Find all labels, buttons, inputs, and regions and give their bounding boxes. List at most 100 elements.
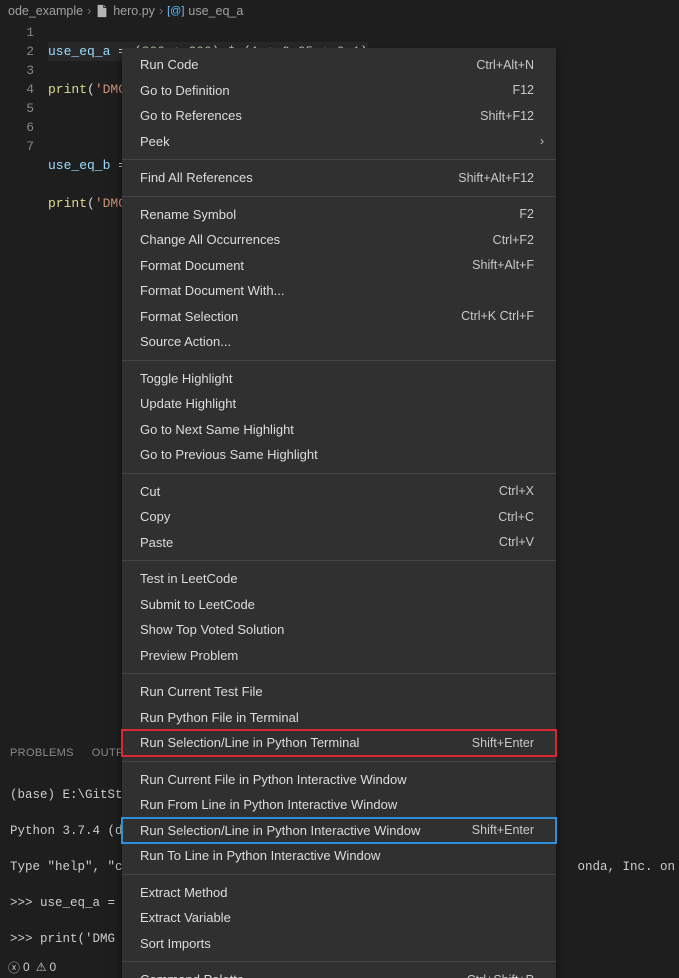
menu-item[interactable]: Go to DefinitionF12	[122, 78, 556, 104]
menu-separator	[122, 473, 556, 474]
menu-item[interactable]: Toggle Highlight	[122, 366, 556, 392]
tab-problems[interactable]: PROBLEMS	[10, 747, 74, 759]
code-token: (	[87, 82, 95, 97]
menu-separator	[122, 874, 556, 875]
error-icon: ⓧ	[8, 959, 20, 976]
symbol-variable-icon: [@]	[167, 0, 184, 22]
menu-item[interactable]: Submit to LeetCode	[122, 592, 556, 618]
menu-item-shortcut: Ctrl+F2	[493, 233, 534, 247]
menu-item-label: Extract Variable	[140, 910, 534, 925]
menu-item-label: Peek	[140, 134, 534, 149]
line-number: 2	[0, 42, 34, 61]
menu-item[interactable]: PasteCtrl+V	[122, 530, 556, 556]
menu-item-label: Toggle Highlight	[140, 371, 534, 386]
menu-item[interactable]: Rename SymbolF2	[122, 202, 556, 228]
menu-item-shortcut: Ctrl+K Ctrl+F	[461, 309, 534, 323]
menu-item[interactable]: Run To Line in Python Interactive Window	[122, 843, 556, 869]
context-menu: Run CodeCtrl+Alt+NGo to DefinitionF12Go …	[122, 48, 556, 978]
menu-item-label: Go to References	[140, 108, 480, 123]
menu-item[interactable]: Extract Method	[122, 880, 556, 906]
menu-separator	[122, 159, 556, 160]
menu-item-shortcut: Ctrl+X	[499, 484, 534, 498]
menu-item-label: Go to Previous Same Highlight	[140, 447, 534, 462]
menu-item-shortcut: Shift+Alt+F	[472, 258, 534, 272]
menu-item[interactable]: Run From Line in Python Interactive Wind…	[122, 792, 556, 818]
menu-item[interactable]: Change All OccurrencesCtrl+F2	[122, 227, 556, 253]
line-number: 5	[0, 99, 34, 118]
menu-separator	[122, 196, 556, 197]
menu-item-shortcut: Shift+Enter	[472, 823, 534, 837]
menu-item-label: Run To Line in Python Interactive Window	[140, 848, 534, 863]
menu-item-label: Go to Next Same Highlight	[140, 422, 534, 437]
status-error-count: 0	[23, 960, 30, 974]
chevron-right-icon: ›	[87, 0, 91, 22]
menu-item[interactable]: Go to ReferencesShift+F12	[122, 103, 556, 129]
line-number: 4	[0, 80, 34, 99]
menu-item-shortcut: Shift+Alt+F12	[458, 171, 534, 185]
menu-item-shortcut: Shift+Enter	[472, 736, 534, 750]
menu-item-shortcut: Ctrl+C	[498, 510, 534, 524]
menu-item[interactable]: Extract Variable	[122, 905, 556, 931]
menu-item-shortcut: F2	[519, 207, 534, 221]
status-errors[interactable]: ⓧ 0	[8, 959, 30, 976]
menu-item[interactable]: Update Highlight	[122, 391, 556, 417]
menu-separator	[122, 961, 556, 962]
menu-item-label: Update Highlight	[140, 396, 534, 411]
menu-item[interactable]: Test in LeetCode	[122, 566, 556, 592]
menu-item[interactable]: CutCtrl+X	[122, 479, 556, 505]
menu-item-label: Paste	[140, 535, 499, 550]
menu-item[interactable]: Format SelectionCtrl+K Ctrl+F	[122, 304, 556, 330]
menu-item-shortcut: Ctrl+Shift+P	[467, 973, 534, 978]
menu-item-label: Run Current Test File	[140, 684, 534, 699]
code-token: (	[87, 196, 95, 211]
menu-item[interactable]: Peek›	[122, 129, 556, 155]
menu-item[interactable]: Run Current File in Python Interactive W…	[122, 767, 556, 793]
code-token: print	[48, 82, 87, 97]
menu-separator	[122, 761, 556, 762]
menu-item[interactable]: Run Selection/Line in Python TerminalShi…	[122, 730, 556, 756]
menu-item-label: Run Current File in Python Interactive W…	[140, 772, 534, 787]
menu-item-shortcut: F12	[512, 83, 534, 97]
menu-separator	[122, 360, 556, 361]
menu-item[interactable]: Run CodeCtrl+Alt+N	[122, 52, 556, 78]
menu-item[interactable]: Format Document With...	[122, 278, 556, 304]
menu-item-shortcut: Shift+F12	[480, 109, 534, 123]
breadcrumb-file[interactable]: hero.py	[113, 0, 155, 22]
menu-item[interactable]: Go to Next Same Highlight	[122, 417, 556, 443]
line-number: 6	[0, 118, 34, 137]
menu-item-shortcut: Ctrl+V	[499, 535, 534, 549]
menu-item[interactable]: CopyCtrl+C	[122, 504, 556, 530]
breadcrumb-folder[interactable]: ode_example	[8, 0, 83, 22]
menu-separator	[122, 673, 556, 674]
menu-item-label: Format Selection	[140, 309, 461, 324]
menu-item[interactable]: Find All ReferencesShift+Alt+F12	[122, 165, 556, 191]
line-number: 1	[0, 23, 34, 42]
line-number: 3	[0, 61, 34, 80]
menu-item[interactable]: Command Palette...Ctrl+Shift+P	[122, 967, 556, 978]
menu-item-label: Find All References	[140, 170, 458, 185]
menu-item[interactable]: Format DocumentShift+Alt+F	[122, 253, 556, 279]
menu-item[interactable]: Run Python File in Terminal	[122, 705, 556, 731]
menu-item-label: Format Document With...	[140, 283, 534, 298]
menu-item-label: Extract Method	[140, 885, 534, 900]
chevron-right-icon: ›	[159, 0, 163, 22]
menu-item[interactable]: Source Action...	[122, 329, 556, 355]
line-number-gutter: 1 2 3 4 5 6 7	[0, 22, 48, 742]
menu-item-label: Submit to LeetCode	[140, 597, 534, 612]
menu-item[interactable]: Show Top Voted Solution	[122, 617, 556, 643]
menu-item-label: Go to Definition	[140, 83, 512, 98]
menu-item-label: Sort Imports	[140, 936, 534, 951]
code-token: use_eq_b	[48, 158, 110, 173]
code-token: use_eq_a	[48, 44, 110, 59]
menu-item-label: Run Selection/Line in Python Interactive…	[140, 823, 472, 838]
menu-item[interactable]: Preview Problem	[122, 643, 556, 669]
line-number: 7	[0, 137, 34, 156]
menu-item[interactable]: Run Current Test File	[122, 679, 556, 705]
menu-item-label: Cut	[140, 484, 499, 499]
menu-item[interactable]: Sort Imports	[122, 931, 556, 957]
breadcrumb: ode_example › hero.py › [@] use_eq_a	[0, 0, 679, 22]
status-warnings[interactable]: ⚠ 0	[36, 960, 56, 974]
menu-item[interactable]: Go to Previous Same Highlight	[122, 442, 556, 468]
breadcrumb-symbol[interactable]: use_eq_a	[188, 0, 243, 22]
menu-item[interactable]: Run Selection/Line in Python Interactive…	[122, 818, 556, 844]
